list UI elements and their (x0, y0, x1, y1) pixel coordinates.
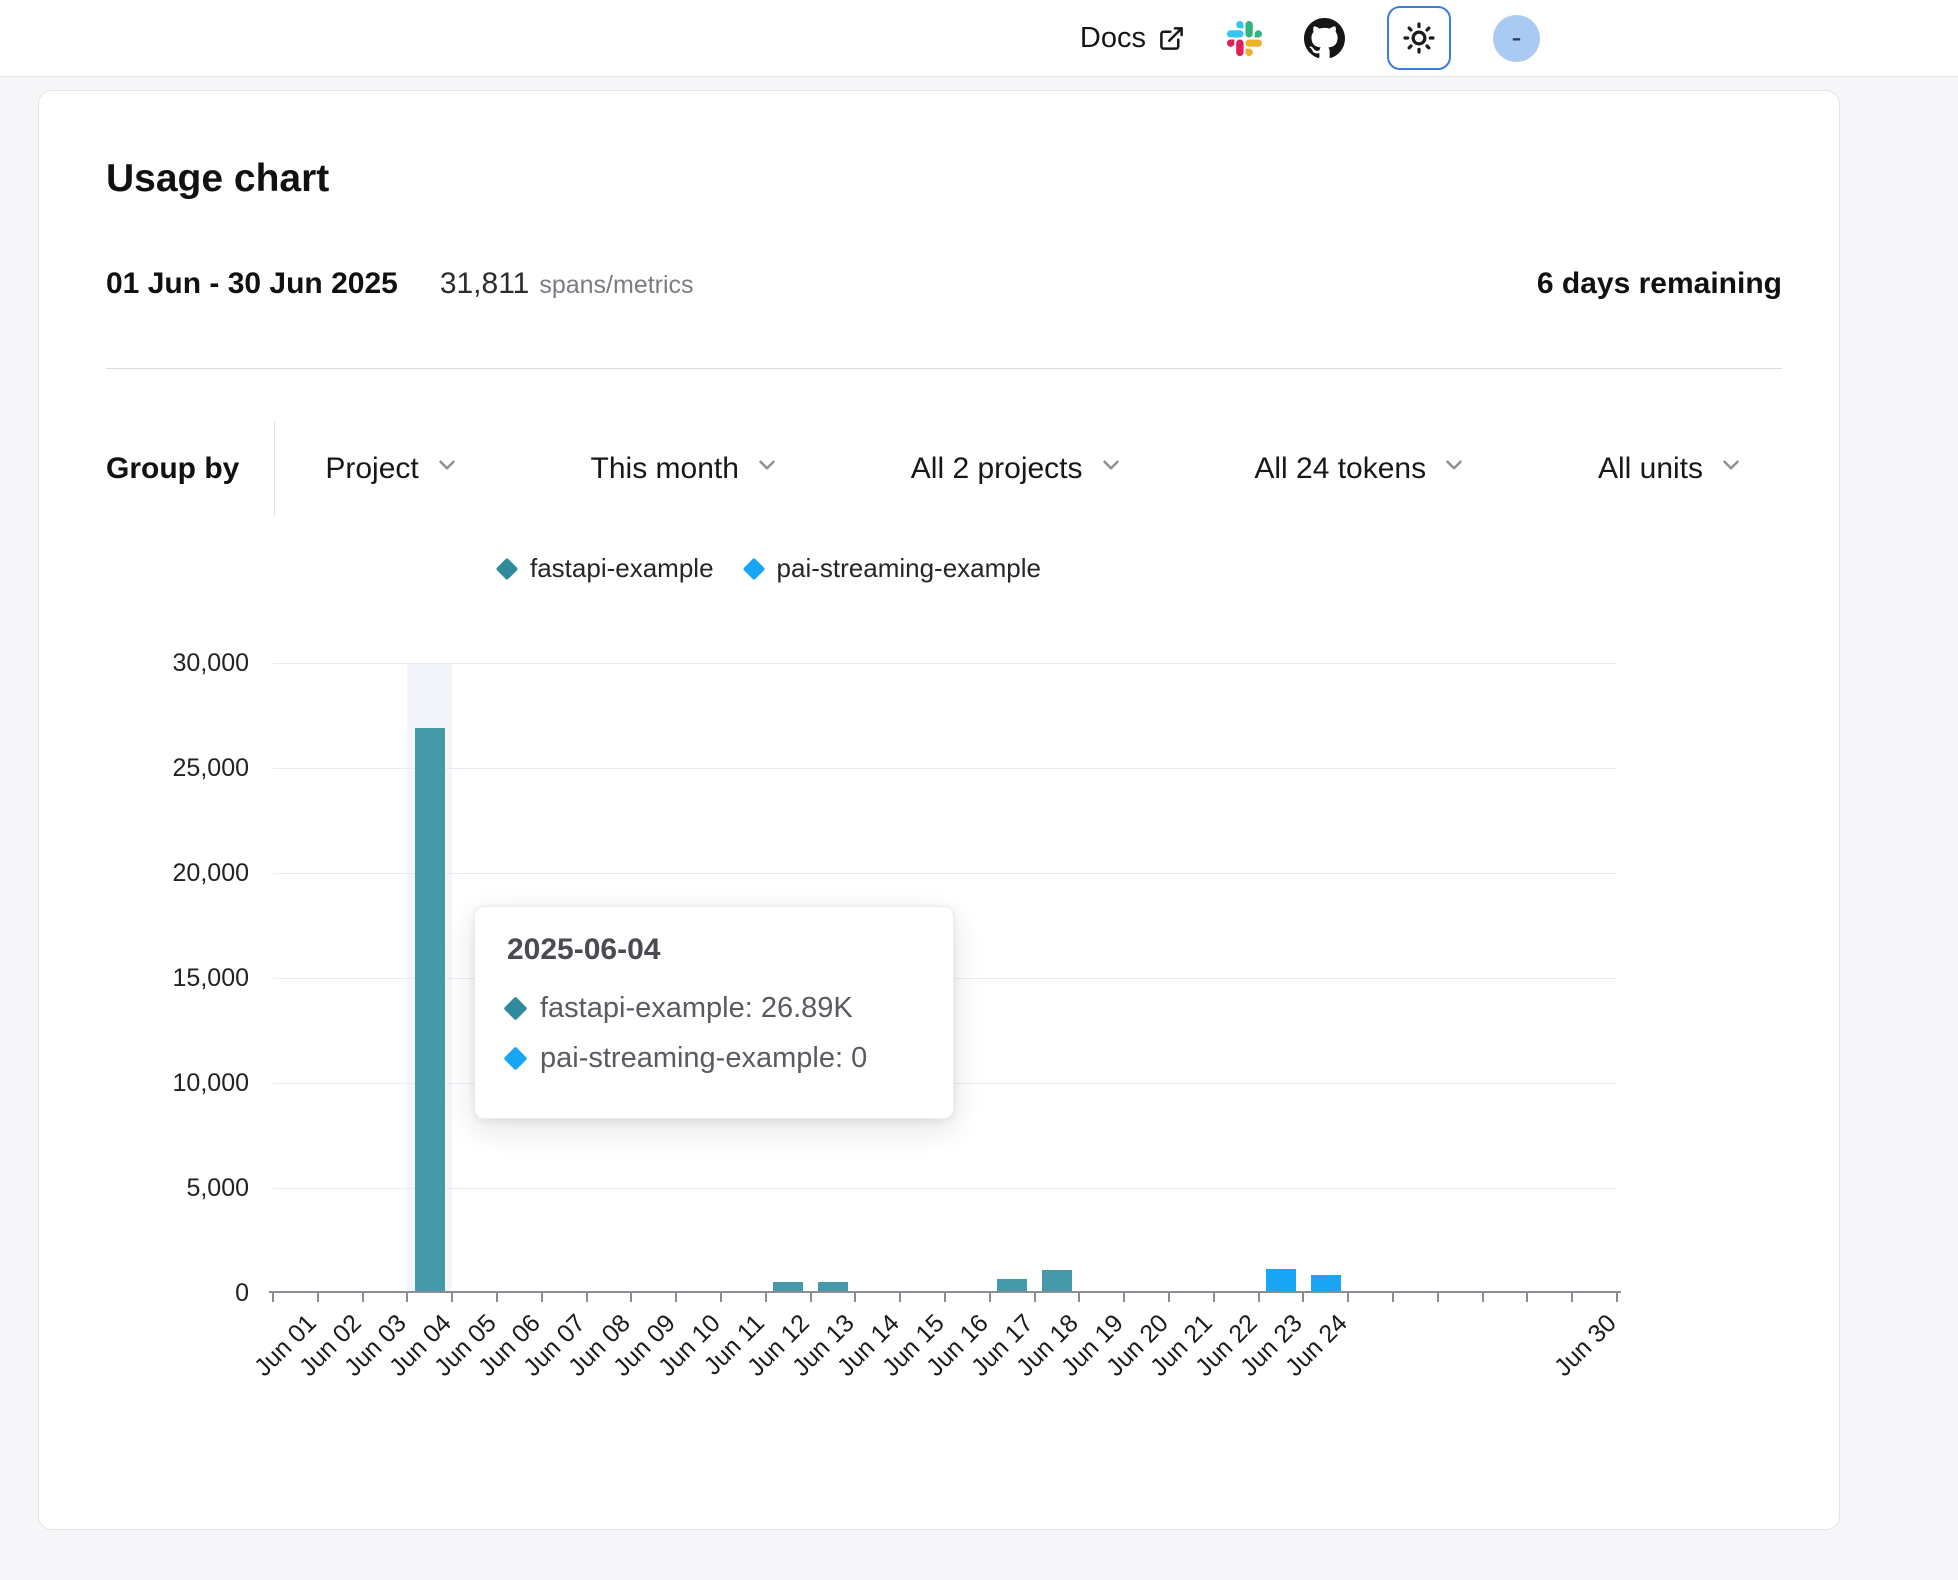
x-axis-tick (451, 1293, 453, 1302)
docs-label: Docs (1080, 22, 1146, 55)
x-axis-tick (1123, 1293, 1125, 1302)
y-axis-label: 15,000 (39, 963, 249, 993)
x-axis-tick (1034, 1293, 1036, 1302)
x-axis-tick (317, 1293, 319, 1302)
usage-card: Usage chart 01 Jun - 30 Jun 2025 31,811 … (38, 90, 1840, 1530)
x-axis-tick (1437, 1293, 1439, 1302)
x-axis-tick (1616, 1293, 1618, 1302)
x-axis-tick (1347, 1293, 1349, 1302)
usage-bar-chart: 0 5,000 10,000 15,000 20,000 25,000 30,000 Jun … (39, 91, 1841, 1531)
x-axis-tick (1258, 1293, 1260, 1302)
tooltip-series-row: pai-streaming-example: 0 (507, 1033, 921, 1083)
avatar-label: - (1512, 21, 1522, 55)
x-axis-tick (1571, 1293, 1573, 1302)
x-axis-tick (586, 1293, 588, 1302)
x-axis-tick (362, 1293, 364, 1302)
y-axis-label: 10,000 (39, 1068, 249, 1098)
top-navigation-bar: Docs (0, 0, 1958, 77)
theme-toggle-button[interactable] (1387, 6, 1451, 70)
x-axis-tick (1392, 1293, 1394, 1302)
slack-icon[interactable] (1227, 21, 1262, 56)
gridline (273, 1188, 1617, 1189)
docs-link[interactable]: Docs (1080, 22, 1185, 55)
x-axis-tick (496, 1293, 498, 1302)
tooltip-series-row: fastapi-example: 26.89K (507, 983, 921, 1033)
x-axis-tick (989, 1293, 991, 1302)
x-axis-tick (1482, 1293, 1484, 1302)
gridline (273, 873, 1617, 874)
x-axis-label-text: Jun 30 (1549, 1309, 1623, 1383)
series-diamond-icon (503, 996, 527, 1020)
y-axis-label: 20,000 (39, 858, 249, 888)
x-axis-tick (630, 1293, 632, 1302)
x-axis-tick (1213, 1293, 1215, 1302)
chart-bar[interactable] (1266, 1269, 1296, 1293)
chart-bar[interactable] (415, 728, 445, 1293)
y-axis-label: 5,000 (39, 1173, 249, 1203)
x-axis-tick (675, 1293, 677, 1302)
x-axis-tick (272, 1293, 274, 1302)
x-axis-tick (854, 1293, 856, 1302)
x-axis-tick (1526, 1293, 1528, 1302)
x-axis-tick (1078, 1293, 1080, 1302)
x-axis-tick (1302, 1293, 1304, 1302)
avatar[interactable]: - (1493, 15, 1540, 62)
github-icon[interactable] (1304, 18, 1345, 59)
tooltip-date: 2025-06-04 (507, 933, 921, 967)
tooltip-series-value: pai-streaming-example: 0 (540, 1033, 867, 1083)
topbar-actions: Docs (1080, 0, 1540, 76)
x-axis-tick (541, 1293, 543, 1302)
x-axis-tick (944, 1293, 946, 1302)
external-link-icon (1158, 25, 1185, 52)
x-axis-tick (899, 1293, 901, 1302)
y-axis-label: 30,000 (39, 648, 249, 678)
series-diamond-icon (503, 1046, 527, 1070)
x-axis-tick (720, 1293, 722, 1302)
tooltip-items: fastapi-example: 26.89Kpai-streaming-exa… (507, 983, 921, 1083)
chart-bar[interactable] (1042, 1270, 1072, 1293)
y-axis-label: 25,000 (39, 753, 249, 783)
chart-tooltip: 2025-06-04 fastapi-example: 26.89Kpai-st… (474, 906, 954, 1119)
sun-icon (1403, 22, 1435, 54)
gridline (273, 768, 1617, 769)
x-axis-tick (1168, 1293, 1170, 1302)
x-axis-tick (810, 1293, 812, 1302)
gridline (273, 663, 1617, 664)
x-axis-tick (765, 1293, 767, 1302)
x-axis-tick (406, 1293, 408, 1302)
tooltip-series-value: fastapi-example: 26.89K (540, 983, 853, 1033)
y-axis-label: 0 (39, 1278, 249, 1308)
